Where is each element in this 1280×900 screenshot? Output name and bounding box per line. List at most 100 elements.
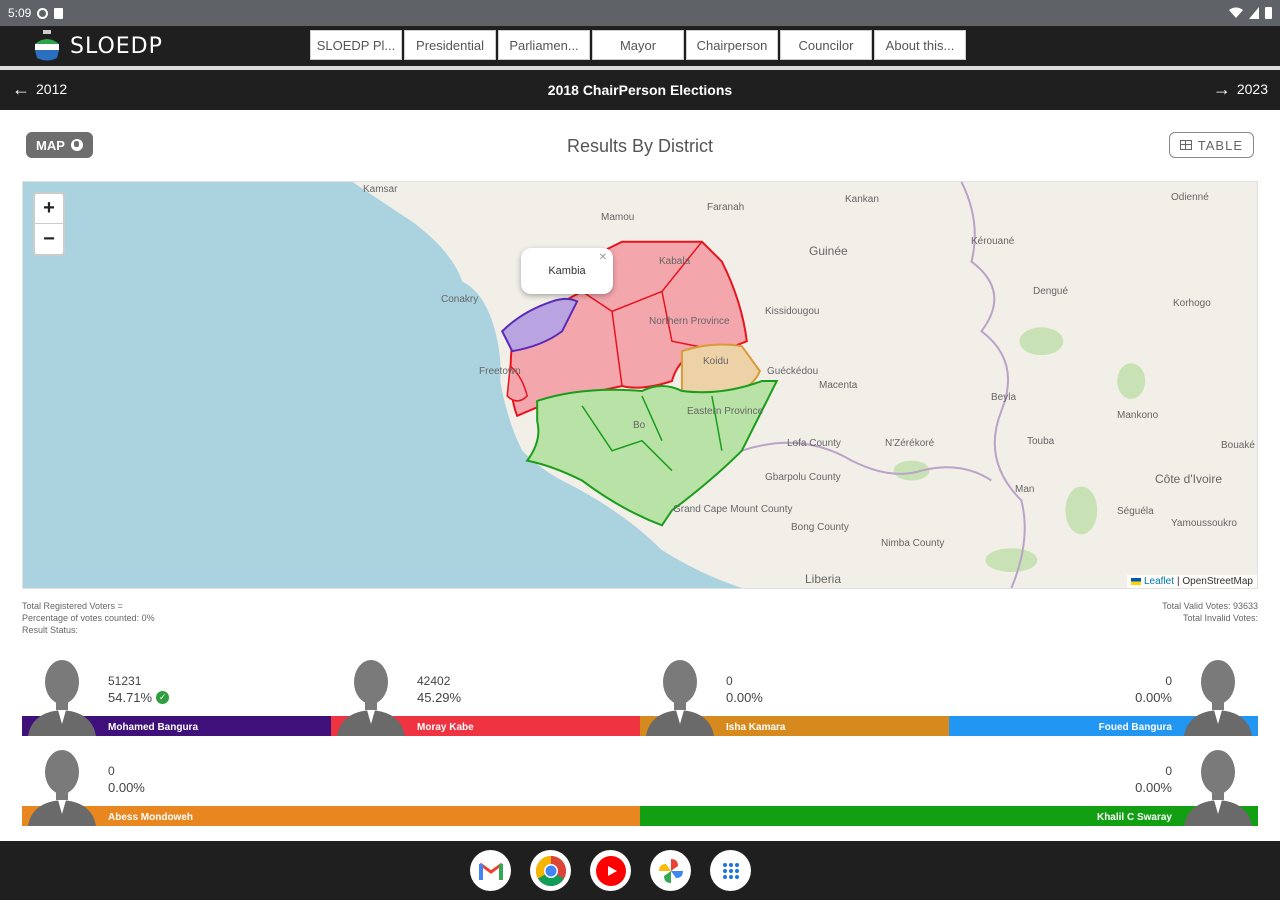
- tab-mayor[interactable]: Mayor: [592, 30, 684, 60]
- candidate-percent: 0.00%: [726, 690, 763, 705]
- zoom-out-button[interactable]: −: [35, 224, 63, 254]
- candidate-votes: 0: [108, 764, 115, 778]
- candidate-card[interactable]: Mohamed Bangura 51231 54.71% ✓: [22, 656, 331, 736]
- candidate-avatar: [22, 656, 102, 736]
- leaflet-link[interactable]: Leaflet: [1144, 576, 1174, 587]
- map-label: Faranah: [707, 202, 745, 213]
- candidate-percent: 0.00%: [108, 780, 145, 795]
- map-label: Koidu: [703, 356, 729, 367]
- status-time: 5:09: [8, 6, 32, 20]
- map-label: Man: [1015, 484, 1035, 495]
- winner-check-icon: ✓: [156, 691, 170, 704]
- map-label: Odienné: [1171, 192, 1209, 203]
- tab-sloedp-platform[interactable]: SLOEDP Pl...: [310, 30, 402, 60]
- candidate-avatar: [1178, 656, 1258, 736]
- tab-about[interactable]: About this...: [874, 30, 966, 60]
- candidate-percent-value: 45.29%: [417, 690, 462, 705]
- next-year-button[interactable]: → 2023: [1213, 80, 1268, 98]
- candidate-card[interactable]: Isha Kamara 0 0.00%: [640, 656, 949, 736]
- results-map[interactable]: Kamsar Conakry Freetown Kankan Guinée Ko…: [22, 181, 1258, 589]
- candidate-card[interactable]: Moray Kabe 42402 45.29%: [331, 656, 640, 736]
- table-button-label: TABLE: [1197, 137, 1243, 153]
- map-label: Kabala: [659, 256, 691, 267]
- map-label: Bouaké: [1221, 440, 1255, 451]
- candidate-name: Isha Kamara: [726, 722, 786, 733]
- map-label: Nimba County: [881, 538, 945, 549]
- app-header: SLOEDP SLOEDP Pl... Presidential Parliam…: [0, 26, 1280, 66]
- map-canvas[interactable]: [23, 182, 1257, 588]
- map-label: Lofa County: [787, 438, 841, 449]
- map-label: Guinée: [809, 244, 848, 258]
- map-label: Liberia: [805, 572, 842, 586]
- map-label: Korhogo: [1173, 298, 1211, 309]
- candidate-votes: 42402: [417, 674, 451, 688]
- candidate-percent: 0.00%: [1135, 690, 1172, 705]
- map-label: Bong County: [791, 522, 849, 533]
- map-label: Kankan: [845, 194, 879, 205]
- sloedp-logo-icon: [35, 30, 59, 61]
- candidate-name: Foued Bangura: [1098, 722, 1172, 733]
- candidate-votes: 0: [1165, 674, 1172, 688]
- tab-chairperson[interactable]: Chairperson: [686, 30, 778, 60]
- map-label: Macenta: [819, 380, 858, 391]
- candidate-votes: 0: [1165, 764, 1172, 778]
- invalid-votes: Total Invalid Votes:: [1182, 613, 1258, 623]
- zoom-control: + −: [33, 192, 65, 256]
- map-label: Conakry: [441, 294, 479, 305]
- candidate-row-2: Abess Mondoweh 0 0.00% Khalil C Swaray 0 0.00…: [22, 746, 1258, 826]
- signal-icon: [1249, 7, 1259, 19]
- candidate-card[interactable]: Foued Bangura 0 0.00%: [949, 656, 1258, 736]
- candidate-percent-value: 0.00%: [726, 690, 763, 705]
- youtube-icon[interactable]: [590, 850, 631, 891]
- candidate-name: Khalil C Swaray: [1096, 812, 1172, 823]
- system-taskbar: [0, 841, 1280, 900]
- apps-icon[interactable]: [710, 850, 751, 891]
- candidate-name: Moray Kabe: [417, 722, 474, 733]
- map-label: Guéckédou: [767, 366, 819, 377]
- table-icon: [1179, 140, 1192, 150]
- sim-icon: [54, 7, 64, 19]
- close-icon[interactable]: ✕: [599, 252, 607, 263]
- year-navigation: ← 2012 2018 ChairPerson Elections → 2023: [0, 70, 1280, 110]
- candidate-avatar: [331, 656, 411, 736]
- stats-left: Total Registered Voters = Percentage of …: [22, 600, 155, 636]
- candidate-name: Abess Mondoweh: [108, 812, 194, 823]
- map-label: Séguéla: [1117, 506, 1154, 517]
- percent-counted: Percentage of votes counted: 0%: [22, 613, 155, 623]
- candidate-card[interactable]: Khalil C Swaray 0 0.00%: [640, 746, 1258, 826]
- arrow-right-icon: →: [1212, 79, 1231, 99]
- candidate-percent-value: 0.00%: [1135, 690, 1172, 705]
- photos-icon[interactable]: [650, 850, 691, 891]
- map-label: Eastern Province: [687, 406, 764, 417]
- map-label: Beyla: [991, 392, 1017, 403]
- map-label: N'Zérékoré: [885, 438, 935, 449]
- map-label: Gbarpolu County: [765, 472, 841, 483]
- map-label: Touba: [1027, 436, 1055, 447]
- tab-presidential[interactable]: Presidential: [404, 30, 496, 60]
- map-label: Kérouané: [971, 236, 1015, 247]
- map-label: Freetown: [479, 366, 521, 377]
- osm-link[interactable]: | OpenStreetMap: [1177, 576, 1253, 587]
- result-status: Result Status:: [22, 625, 79, 635]
- candidate-percent-value: 54.71%: [108, 690, 153, 705]
- election-title: 2018 ChairPerson Elections: [547, 82, 733, 98]
- map-label: Mamou: [601, 212, 635, 223]
- brand-title: SLOEDP: [70, 34, 163, 59]
- chrome-icon[interactable]: [530, 850, 571, 891]
- zoom-in-button[interactable]: +: [35, 194, 63, 224]
- candidate-percent: 54.71% ✓: [108, 690, 170, 705]
- candidate-percent: 0.00%: [1135, 780, 1172, 795]
- district-popup: ✕ Kambia: [521, 248, 613, 294]
- candidate-percent-value: 0.00%: [1135, 780, 1172, 795]
- tab-councilor[interactable]: Councilor: [780, 30, 872, 60]
- map-label: Mankono: [1117, 410, 1159, 421]
- stats-right: Total Valid Votes: 93633 Total Invalid V…: [1162, 600, 1258, 624]
- candidate-card[interactable]: Abess Mondoweh 0 0.00%: [22, 746, 640, 826]
- table-view-button[interactable]: TABLE: [1168, 132, 1254, 158]
- wifi-icon: [1229, 7, 1243, 18]
- valid-votes: Total Valid Votes: 93633: [1162, 601, 1258, 611]
- map-attribution: Leaflet | OpenStreetMap: [1126, 575, 1257, 588]
- tab-parliamentary[interactable]: Parliamen...: [498, 30, 590, 60]
- gmail-icon[interactable]: [470, 850, 511, 891]
- map-label: Côte d'Ivoire: [1155, 472, 1222, 486]
